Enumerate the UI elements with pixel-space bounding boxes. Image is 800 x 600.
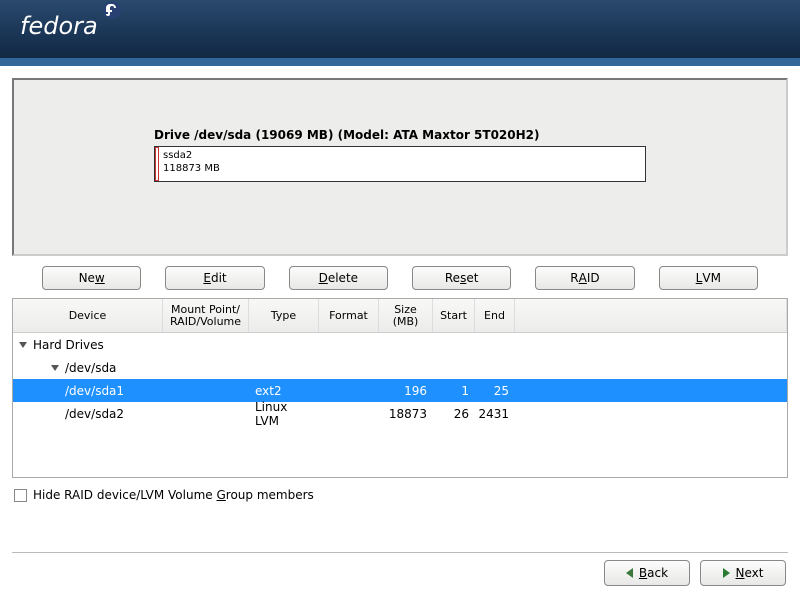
- cell-size: 196: [379, 384, 433, 398]
- fedora-mark-icon: [102, 0, 122, 20]
- hide-raid-label: Hide RAID device/LVM Volume Group member…: [33, 488, 314, 502]
- table-row[interactable]: /dev/sda: [13, 356, 787, 379]
- hide-raid-checkbox[interactable]: [14, 489, 27, 502]
- cell-size: 18873: [379, 407, 433, 421]
- cell-type: ext2: [249, 384, 319, 398]
- lvm-button[interactable]: LVM: [659, 266, 758, 290]
- fedora-logo: fedora: [20, 12, 98, 40]
- app-header: fedora: [0, 0, 800, 58]
- raid-button[interactable]: RAID: [535, 266, 634, 290]
- expand-icon[interactable]: [51, 365, 59, 371]
- delete-button[interactable]: Delete: [289, 266, 388, 290]
- drive-partition-bar[interactable]: ssda2 118873 MB: [154, 146, 646, 182]
- new-button[interactable]: New: [42, 266, 141, 290]
- arrow-left-icon: [626, 568, 633, 578]
- segment-label-size: 118873 MB: [163, 162, 641, 175]
- col-device[interactable]: Device: [13, 299, 163, 332]
- row-label: /dev/sda: [65, 361, 116, 375]
- action-button-row: New Edit Delete Reset RAID LVM: [42, 266, 758, 290]
- main-content: Drive /dev/sda (19069 MB) (Model: ATA Ma…: [0, 66, 800, 524]
- table-row[interactable]: /dev/sda2 Linux LVM 18873 26 2431: [13, 402, 787, 425]
- table-row[interactable]: /dev/sda1 ext2 196 1 25: [13, 379, 787, 402]
- col-end[interactable]: End: [475, 299, 515, 332]
- cell-device: /dev/sda1: [13, 384, 163, 398]
- table-row[interactable]: Hard Drives: [13, 333, 787, 356]
- col-spacer: [515, 299, 787, 332]
- hide-raid-checkbox-row: Hide RAID device/LVM Volume Group member…: [14, 488, 786, 502]
- nav-button-row: Back Next: [604, 560, 786, 586]
- cell-end: 2431: [475, 407, 515, 421]
- cell-end: 25: [475, 384, 515, 398]
- row-label: Hard Drives: [33, 338, 104, 352]
- col-type[interactable]: Type: [249, 299, 319, 332]
- footer-separator: [12, 552, 788, 554]
- expand-icon[interactable]: [19, 342, 27, 348]
- banner-strip: [0, 58, 800, 66]
- drive-title: Drive /dev/sda (19069 MB) (Model: ATA Ma…: [154, 128, 646, 142]
- col-format[interactable]: Format: [319, 299, 379, 332]
- drive-visualization-panel: Drive /dev/sda (19069 MB) (Model: ATA Ma…: [12, 78, 788, 256]
- col-size[interactable]: Size (MB): [379, 299, 433, 332]
- arrow-right-icon: [723, 568, 730, 578]
- col-mountpoint[interactable]: Mount Point/ RAID/Volume: [163, 299, 249, 332]
- cell-type: Linux LVM: [249, 400, 319, 428]
- cell-device: /dev/sda2: [13, 407, 163, 421]
- partition-table: Device Mount Point/ RAID/Volume Type For…: [12, 298, 788, 478]
- next-button[interactable]: Next: [700, 560, 786, 586]
- col-start[interactable]: Start: [433, 299, 475, 332]
- reset-button[interactable]: Reset: [412, 266, 511, 290]
- partition-segment-sda2[interactable]: ssda2 118873 MB: [159, 147, 645, 181]
- next-label: Next: [736, 566, 764, 580]
- table-header-row: Device Mount Point/ RAID/Volume Type For…: [13, 299, 787, 333]
- edit-button[interactable]: Edit: [165, 266, 264, 290]
- cell-start: 26: [433, 407, 475, 421]
- back-button[interactable]: Back: [604, 560, 690, 586]
- cell-start: 1: [433, 384, 475, 398]
- segment-label-name: ssda2: [163, 149, 641, 162]
- back-label: Back: [639, 566, 668, 580]
